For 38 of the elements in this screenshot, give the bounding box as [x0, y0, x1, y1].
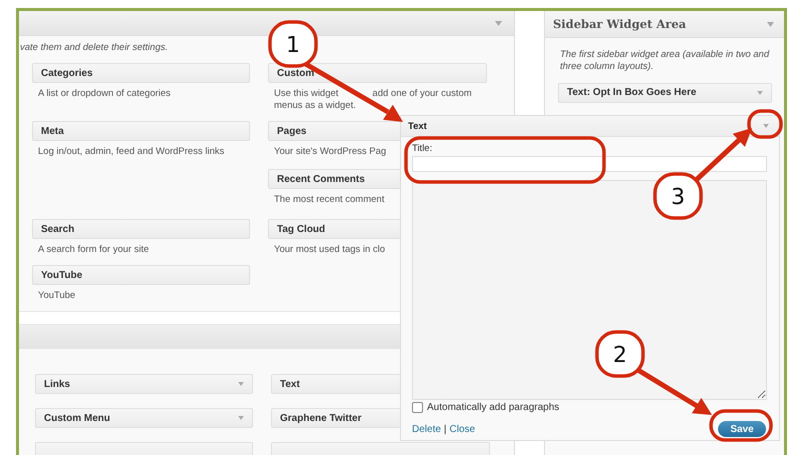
- widget-description: A search form for your site: [38, 244, 149, 256]
- text-area-field[interactable]: [412, 180, 767, 400]
- save-button[interactable]: Save: [718, 421, 766, 437]
- widget-description: menus as a widget.: [274, 100, 356, 112]
- sidebar-title: Sidebar Widget Area: [553, 17, 686, 31]
- intro-text: vate them and delete their settings.: [20, 42, 168, 53]
- caret-icon[interactable]: [495, 20, 502, 26]
- callout-badge: 1: [268, 20, 318, 68]
- callout-badge: 3: [653, 172, 703, 220]
- callout-badge: 2: [595, 330, 645, 378]
- widget-title: Text: [408, 120, 427, 132]
- caret-icon[interactable]: [757, 90, 763, 95]
- widget-title-bar[interactable]: YouTube: [32, 265, 250, 285]
- widget-description: YouTube: [38, 290, 76, 302]
- caret-icon[interactable]: [238, 382, 244, 386]
- caret-icon[interactable]: [238, 416, 244, 420]
- widget-title-bar[interactable]: Custom Menu: [35, 408, 253, 428]
- checkbox[interactable]: [412, 402, 423, 413]
- widget-description: Your most used tags in clo: [274, 244, 386, 256]
- widget-title-bar[interactable]: Links: [35, 374, 253, 394]
- highlight-ring: [747, 109, 783, 139]
- widget-description: Your site's WordPress Pag: [274, 146, 386, 158]
- highlight-ring: [709, 409, 773, 442]
- title-input-field[interactable]: [412, 156, 767, 172]
- widget-description: The most recent comment: [274, 194, 384, 206]
- widget-description: Log in/out, admin, feed and WordPress links: [38, 146, 224, 158]
- widget-description: add one of your custom: [372, 88, 473, 100]
- caret-icon[interactable]: [767, 22, 774, 26]
- widget-description: A list or dropdown of categories: [38, 88, 171, 100]
- widget-title-bar[interactable]: Categories: [32, 63, 250, 83]
- widget-description: Use this widget: [274, 88, 338, 100]
- widget-title-bar[interactable]: Meta: [32, 121, 250, 141]
- widget-title-bar[interactable]: Text: Opt In Box Goes Here: [558, 82, 772, 103]
- widget-title-bar[interactable]: Custom: [268, 63, 487, 83]
- field-label: Title:: [412, 143, 434, 154]
- sidebar-description: The first sidebar widget area (available in two and three column layouts).: [559, 48, 770, 73]
- caret-icon[interactable]: [763, 124, 769, 128]
- widget-title-bar[interactable]: Search: [32, 219, 250, 239]
